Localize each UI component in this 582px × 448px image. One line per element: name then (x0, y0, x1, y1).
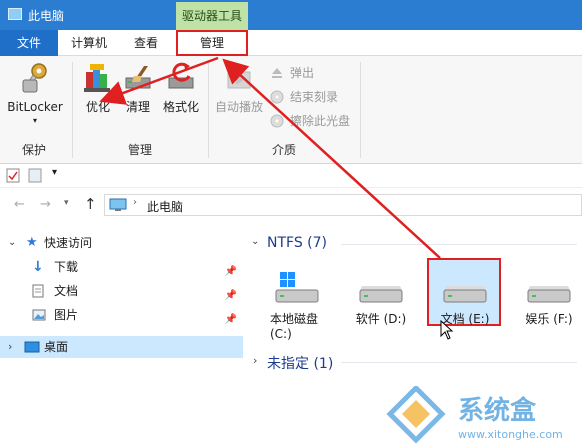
mouse-cursor-icon (440, 320, 454, 340)
star-icon: ★ (26, 235, 38, 250)
drive-f[interactable]: 娱乐 (F:) (514, 280, 582, 327)
chevron-down-icon[interactable]: ⌄ (8, 232, 16, 254)
ribbon-tab-row: 文件 计算机 查看 管理 (0, 30, 582, 56)
drive-d-label: 软件 (D:) (355, 312, 407, 326)
watermark-logo-icon (386, 386, 446, 444)
back-arrow-icon[interactable]: ← (14, 197, 25, 212)
eject-button[interactable]: 弹出 (270, 64, 314, 82)
nav-downloads-label: 下载 (54, 260, 79, 274)
erase-disc-label: 擦除此光盘 (290, 114, 351, 128)
ribbon: BitLocker ▾ 保护 优化 清理 格式化 管理 自动播放 弹出 结束刻录… (0, 56, 582, 164)
watermark-brand: 系统盒 (458, 396, 537, 426)
computer-icon (8, 8, 22, 20)
pictures-icon (32, 309, 46, 321)
address-bar[interactable]: › 此电脑 (104, 194, 582, 216)
title-bar: 此电脑 (0, 0, 582, 30)
nav-pictures-label: 图片 (54, 308, 79, 322)
nav-pictures[interactable]: 图片 📌 (0, 304, 243, 326)
chevron-down-icon: ▾ (32, 116, 37, 125)
autoplay-label: 自动播放 (214, 100, 263, 114)
disc-erase-icon (270, 114, 284, 128)
download-icon: ↓ (32, 259, 44, 275)
cleanup-label: 清理 (125, 100, 150, 114)
nav-desktop-label: 桌面 (44, 340, 69, 354)
format-icon (168, 62, 194, 89)
optimize-label: 优化 (85, 100, 110, 114)
hard-drive-icon (527, 286, 571, 303)
optimize-button[interactable]: 优化 (78, 62, 118, 115)
tab-computer[interactable]: 计算机 (60, 30, 118, 56)
hard-drive-icon (443, 286, 487, 303)
watermark-url: www.xitonghe.com (458, 428, 563, 441)
navigation-pane: ⌄ ★ 快速访问 ↓ 下载 📌 文档 📌 图片 📌 › 桌面 (0, 224, 243, 448)
pin-icon: 📌 (224, 314, 237, 325)
quick-access-toolbar: ▾ (0, 164, 582, 188)
group-ntfs-header[interactable]: NTFS (7) (267, 235, 327, 251)
drive-c-label: 本地磁盘 (C:) (270, 312, 319, 341)
nav-quick-access-label: 快速访问 (44, 236, 93, 250)
cleanup-button[interactable]: 清理 (120, 62, 156, 115)
forward-arrow-icon[interactable]: → (40, 197, 51, 212)
bitlocker-key-icon (22, 63, 47, 93)
optimize-icon (84, 64, 110, 92)
disc-burn-icon (270, 90, 284, 104)
finish-burn-label: 结束刻录 (290, 90, 339, 104)
finish-burn-button[interactable]: 结束刻录 (270, 88, 338, 106)
document-icon (32, 284, 44, 298)
watermark: 系统盒 www.xitonghe.com (386, 382, 582, 448)
drive-tools-context-label: 驱动器工具 (176, 2, 248, 30)
eject-label: 弹出 (290, 66, 315, 80)
customize-qat-icon[interactable]: ▾ (52, 167, 57, 178)
autoplay-icon (227, 71, 251, 89)
tab-manage[interactable]: 管理 (176, 30, 248, 56)
chevron-down-icon[interactable]: ⌄ (251, 236, 259, 247)
breadcrumb-chevron-icon[interactable]: › (133, 197, 137, 208)
group-media: 介质 (271, 143, 296, 157)
nav-documents[interactable]: 文档 📌 (0, 280, 243, 302)
group-manage: 管理 (127, 143, 152, 157)
drive-c[interactable]: 本地磁盘 (C:) (262, 272, 332, 341)
drive-d[interactable]: 软件 (D:) (346, 280, 416, 327)
chevron-right-icon[interactable]: › (8, 336, 12, 358)
window-title: 此电脑 (28, 9, 65, 23)
ribbon-separator (208, 62, 209, 158)
hard-drive-icon (359, 286, 403, 303)
up-arrow-icon[interactable]: ↑ (84, 195, 97, 213)
nav-documents-label: 文档 (54, 284, 79, 298)
group-protect: 保护 (21, 143, 46, 157)
properties-icon[interactable] (6, 168, 20, 183)
chevron-right-icon[interactable]: › (253, 354, 257, 367)
drive-f-label: 娱乐 (F:) (525, 312, 573, 326)
nav-desktop[interactable]: › 桌面 (0, 336, 243, 358)
autoplay-button[interactable]: 自动播放 (212, 62, 266, 115)
tab-view[interactable]: 查看 (122, 30, 170, 56)
bitlocker-label: BitLocker (7, 100, 63, 114)
group-divider (341, 362, 577, 363)
format-label: 格式化 (162, 100, 199, 114)
cleanup-icon (125, 66, 151, 89)
ribbon-separator (360, 62, 361, 158)
ribbon-separator (72, 62, 73, 158)
erase-disc-button[interactable]: 擦除此光盘 (270, 112, 350, 130)
tab-file[interactable]: 文件 (0, 30, 58, 56)
new-folder-icon[interactable] (28, 168, 42, 183)
recent-chevron-icon[interactable]: ▾ (64, 198, 69, 208)
format-button[interactable]: 格式化 (160, 62, 202, 115)
breadcrumb-this-pc[interactable]: 此电脑 (147, 198, 183, 215)
nav-quick-access[interactable]: ⌄ ★ 快速访问 (0, 232, 243, 254)
eject-icon (272, 68, 282, 78)
system-drive-icon (275, 272, 319, 303)
desktop-icon (24, 341, 40, 353)
this-pc-icon (109, 198, 127, 211)
group-divider (341, 244, 577, 245)
bitlocker-button[interactable]: BitLocker ▾ (6, 62, 64, 125)
nav-downloads[interactable]: ↓ 下载 📌 (0, 256, 243, 278)
group-unassigned-header[interactable]: 未指定 (1) (267, 353, 333, 373)
